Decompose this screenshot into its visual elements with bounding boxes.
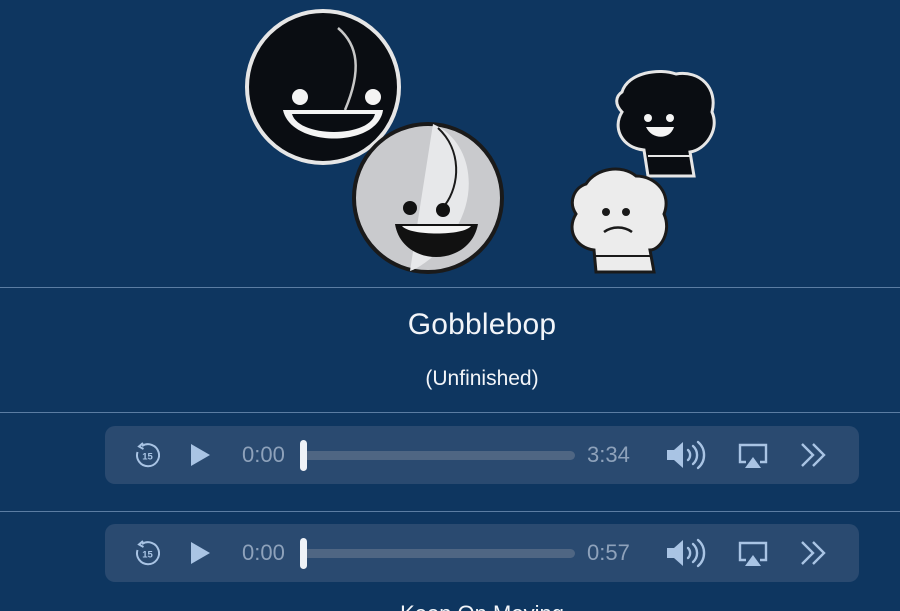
rewind-15-icon[interactable]: 15 [134,540,160,566]
song-title: Gobblebop [407,308,557,341]
song-subtitle: (Unfinished) [425,367,539,390]
dark-face-illustration [245,9,401,165]
next-song-title: Keep On Moving [0,601,900,611]
airplay-icon[interactable] [737,541,769,567]
divider-middle [0,412,900,413]
chevron-double-right-icon[interactable] [799,540,829,566]
svg-text:15: 15 [142,452,153,463]
volume-icon[interactable] [665,440,709,470]
dark-blob-illustration [615,70,716,178]
progress-handle[interactable] [300,538,307,569]
play-button[interactable] [188,541,212,565]
play-button[interactable] [188,443,212,467]
current-time: 0:00 [242,442,285,467]
chevron-double-right-icon[interactable] [799,442,829,468]
divider-top [0,287,900,288]
current-time: 0:00 [242,540,285,565]
airplay-icon[interactable] [737,443,769,469]
divider-bottom [0,511,900,512]
audio-player: 15 0:00 0:57 [105,524,859,582]
light-blob-illustration [570,167,669,274]
progress-handle[interactable] [300,440,307,471]
svg-text:15: 15 [142,550,153,561]
progress-track[interactable] [303,549,575,558]
audio-player: 15 0:00 3:34 [105,426,859,484]
duration: 0:57 [587,540,630,565]
song-artwork [245,9,716,274]
progress-track[interactable] [303,451,575,460]
volume-icon[interactable] [665,538,709,568]
rewind-15-icon[interactable]: 15 [134,442,160,468]
duration: 3:34 [587,442,630,467]
light-face-illustration [352,122,504,274]
